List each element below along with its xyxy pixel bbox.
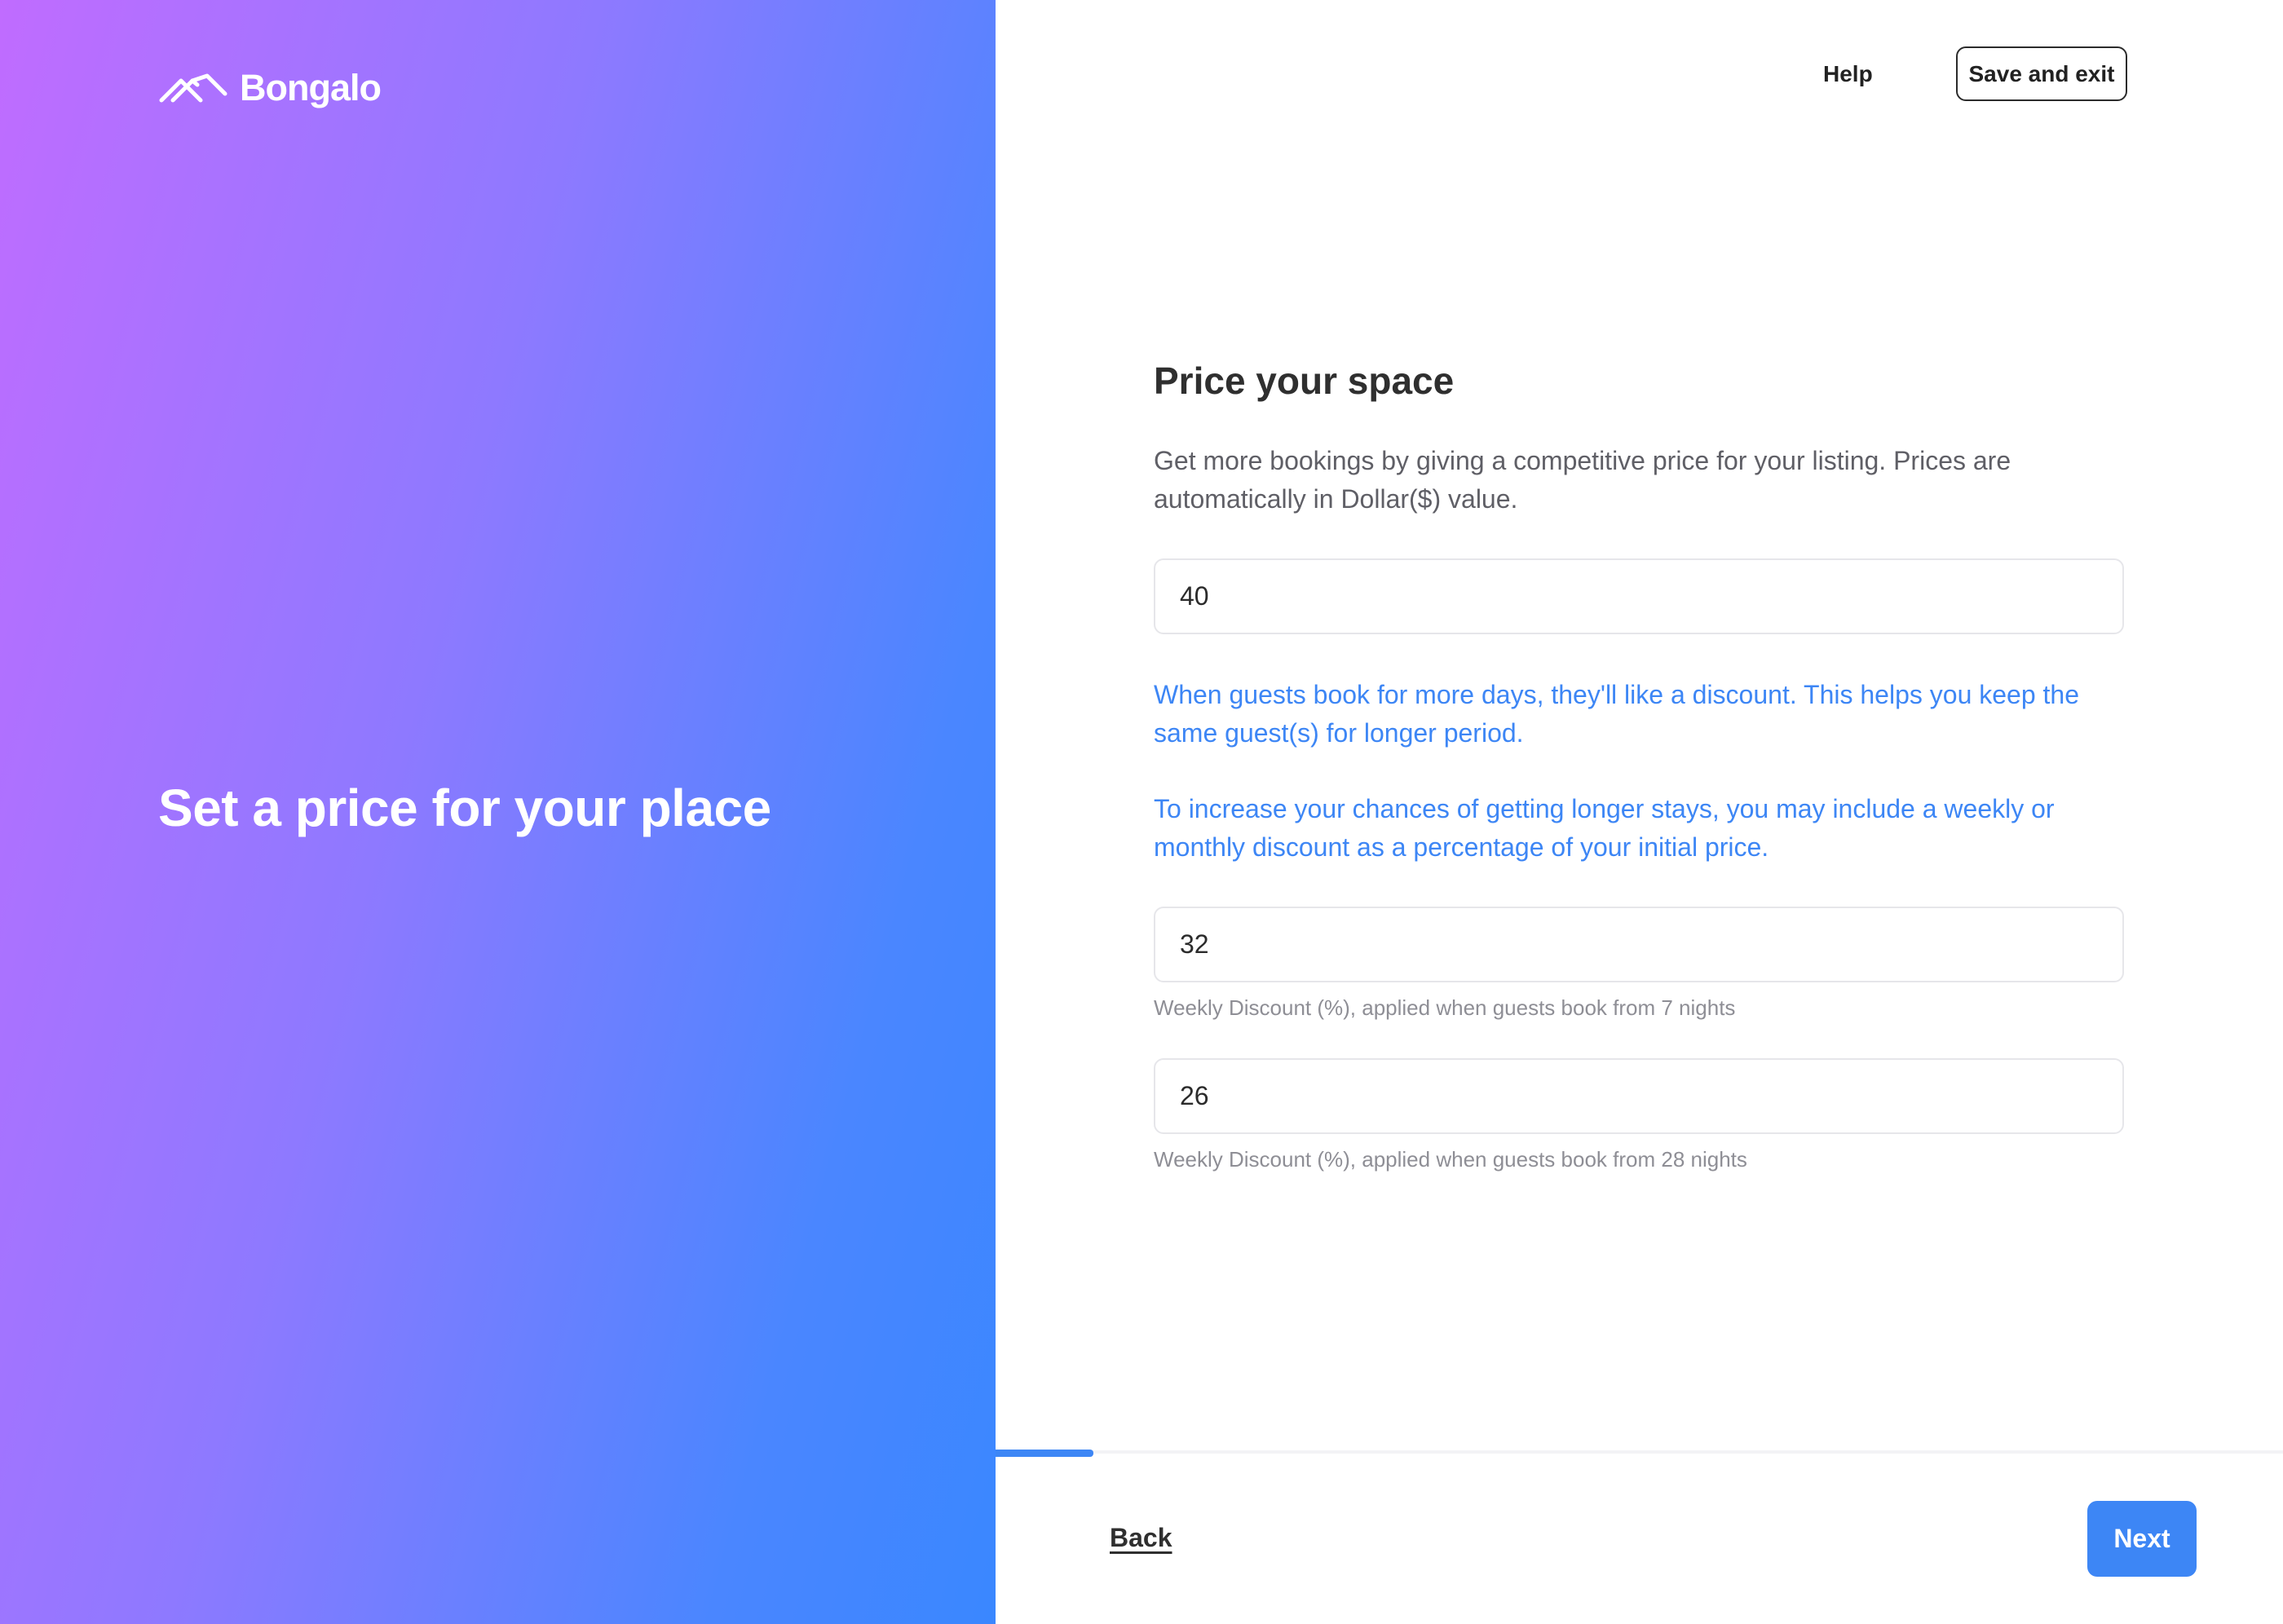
footer-bar: Back Next	[996, 1446, 2283, 1624]
monthly-discount-help: Weekly Discount (%), applied when guests…	[1154, 1147, 1747, 1172]
discount-info-text: When guests book for more days, they'll …	[1154, 680, 2080, 748]
progress-track	[996, 1450, 2283, 1454]
brand-name: Bongalo	[240, 67, 382, 108]
hero-heading: Set a price for your place	[158, 779, 771, 837]
hero-panel: Bongalo Set a price for your place	[0, 0, 996, 1624]
monthly-discount-input[interactable]	[1154, 1058, 2124, 1134]
page-title: Price your space	[1154, 360, 1455, 402]
weekly-discount-input[interactable]	[1154, 907, 2124, 982]
discount-tip-text: To increase your chances of getting long…	[1154, 794, 2055, 862]
brand-logo[interactable]: Bongalo	[158, 67, 382, 109]
help-link[interactable]: Help	[1823, 57, 1873, 91]
next-button[interactable]: Next	[2087, 1501, 2197, 1577]
price-input[interactable]	[1154, 558, 2124, 634]
save-and-exit-button[interactable]: Save and exit	[1956, 46, 2127, 101]
pricing-form: Price your space Get more bookings by gi…	[1154, 359, 2124, 1173]
roof-chevrons-icon	[159, 73, 227, 103]
progress-bar	[996, 1450, 1093, 1457]
back-button[interactable]: Back	[1110, 1523, 1172, 1553]
weekly-discount-help: Weekly Discount (%), applied when guests…	[1154, 995, 1736, 1020]
page-subtitle: Get more bookings by giving a competitiv…	[1154, 446, 2011, 514]
